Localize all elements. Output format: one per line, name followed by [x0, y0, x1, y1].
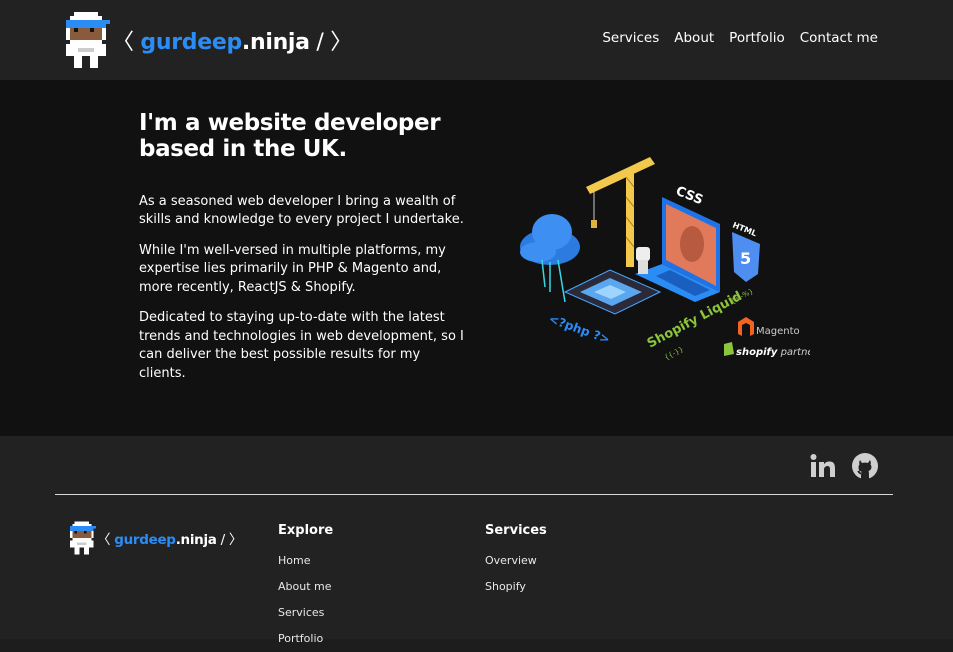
logo-rest: .ninja: [241, 30, 310, 55]
footer-link-services[interactable]: Services: [278, 600, 333, 626]
svg-text:5: 5: [740, 249, 751, 268]
astronaut-figure-icon: [636, 247, 650, 274]
hero-paragraph-3: Dedicated to staying up-to-date with the…: [139, 310, 464, 381]
footer-services-heading: Services: [485, 523, 547, 538]
github-icon[interactable]: [851, 452, 879, 480]
svg-text:Magento: Magento: [756, 326, 800, 337]
footer-explore-heading: Explore: [278, 523, 334, 538]
footer-explore-column: Explore Home About me Services Portfolio: [278, 523, 333, 652]
dev-illustration: <?php ?> CSS HTML 5 Shopify Liquid {%-%}…: [520, 157, 810, 362]
svg-text:shopify partners: shopify partners: [736, 347, 810, 358]
hero-paragraph-2: While I'm well-versed in multiple platfo…: [139, 242, 446, 295]
ninja-mascot-icon: [66, 12, 110, 68]
php-label: <?php ?>: [547, 312, 612, 347]
site-footer: 〈 gurdeep.ninja / 〉 Explore Home About m…: [0, 436, 953, 645]
hero-section: I'm a website developer based in the UK.…: [0, 80, 953, 436]
main-nav: Services About Portfolio Contact me: [602, 30, 878, 46]
nav-contact[interactable]: Contact me: [800, 30, 878, 46]
hero-title: I'm a website developer based in the UK.: [139, 110, 441, 163]
footer-logo-wordmark: 〈 gurdeep.ninja / 〉: [97, 532, 243, 548]
footer-link-about[interactable]: About me: [278, 574, 333, 600]
footer-link-portfolio[interactable]: Portfolio: [278, 626, 333, 652]
magento-logo: Magento: [738, 317, 800, 337]
footer-divider: [55, 494, 893, 495]
nav-portfolio[interactable]: Portfolio: [729, 30, 785, 46]
css-label: CSS: [674, 184, 706, 208]
ninja-mascot-icon: [70, 521, 96, 555]
nav-services[interactable]: Services: [602, 30, 659, 46]
liquid-tag-2: {{-}}: [663, 345, 685, 362]
social-links: [809, 452, 879, 480]
html5-icon: HTML 5: [731, 221, 760, 282]
linkedin-icon[interactable]: [809, 452, 837, 480]
footer-logo[interactable]: 〈 gurdeep.ninja / 〉: [70, 520, 242, 556]
logo-highlight: gurdeep: [140, 30, 242, 55]
footer-services-column: Services Overview Shopify: [485, 523, 547, 600]
footer-link-home[interactable]: Home: [278, 548, 333, 574]
logo-wordmark: 〈 gurdeep.ninja / 〉: [112, 30, 352, 55]
hero-paragraph-1: As a seasoned web developer I bring a we…: [139, 193, 464, 228]
nav-about[interactable]: About: [674, 30, 714, 46]
site-logo[interactable]: 〈 gurdeep.ninja / 〉: [66, 12, 352, 68]
footer-link-overview[interactable]: Overview: [485, 548, 547, 574]
footer-link-shopify[interactable]: Shopify: [485, 574, 547, 600]
shopify-partners-logo: shopify partners: [724, 342, 810, 358]
hero-text: I'm a website developer based in the UK.…: [139, 110, 469, 395]
site-header: 〈 gurdeep.ninja / 〉 Services About Portf…: [0, 0, 953, 80]
